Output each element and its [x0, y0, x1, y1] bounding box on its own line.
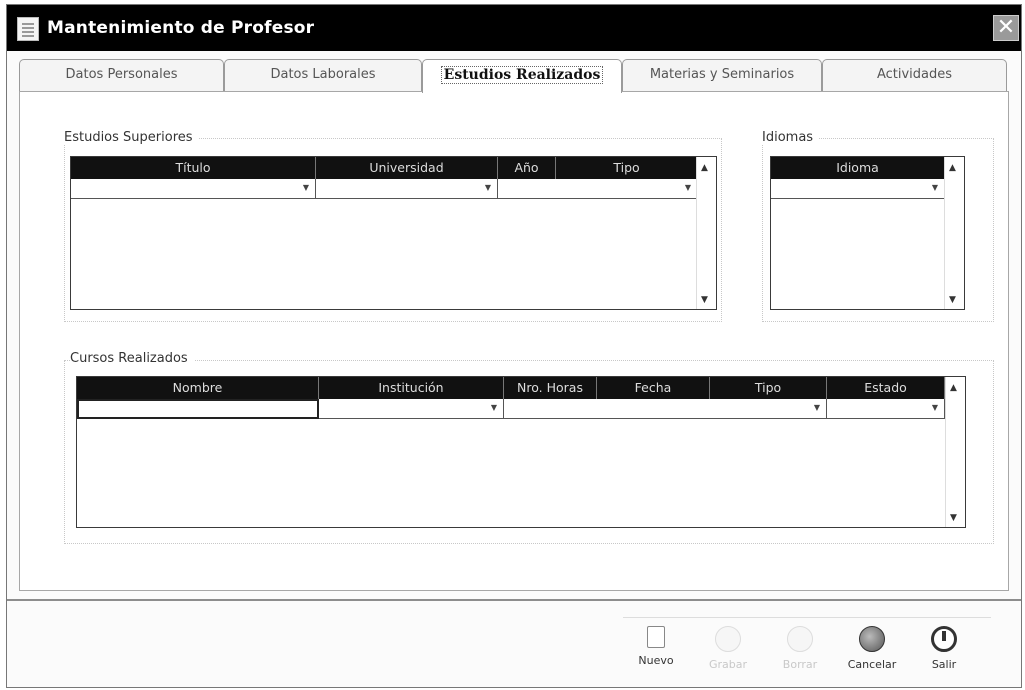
cancelar-label: Cancelar	[847, 658, 897, 671]
window: Mantenimiento de Profesor ✕ Datos Person…	[6, 4, 1022, 688]
grabar-button[interactable]: Grabar	[695, 624, 761, 682]
new-document-icon	[647, 626, 665, 648]
scroll-down-icon[interactable]: ▼	[950, 513, 957, 523]
scroll-up-icon[interactable]: ▲	[949, 163, 956, 173]
footer-divider	[7, 599, 1021, 601]
anio-tipo-combo[interactable]	[498, 179, 698, 199]
scroll-up-icon[interactable]: ▲	[950, 383, 957, 393]
grid-header: Nombre Institución Nro. Horas Fecha Tipo…	[77, 377, 945, 399]
tab-datos-laborales[interactable]: Datos Laborales	[224, 59, 422, 91]
idioma-combo[interactable]	[771, 179, 945, 199]
cursos-realizados-grid[interactable]: Nombre Institución Nro. Horas Fecha Tipo…	[76, 376, 966, 528]
cancel-icon	[859, 626, 885, 652]
table-row	[71, 179, 698, 199]
estado-combo[interactable]	[827, 399, 945, 419]
idiomas-grid[interactable]: Idioma ▲ ▼	[770, 156, 965, 310]
horas-fecha-tipo-combo[interactable]	[504, 399, 827, 419]
tab-datos-personales[interactable]: Datos Personales	[19, 59, 224, 91]
col-anio: Año	[498, 157, 556, 179]
borrar-button[interactable]: Borrar	[767, 624, 833, 682]
action-toolbar: Nuevo Grabar Borrar Cancelar Salir	[623, 617, 991, 683]
tab-estudios-realizados[interactable]: Estudios Realizados	[422, 59, 622, 93]
estudios-superiores-label: Estudios Superiores	[64, 130, 199, 145]
window-icon	[17, 17, 39, 41]
delete-icon	[787, 626, 813, 652]
table-row	[771, 179, 945, 199]
table-row	[77, 399, 945, 419]
col-institucion: Institución	[319, 377, 504, 399]
salir-label: Salir	[931, 658, 957, 671]
col-fecha: Fecha	[597, 377, 710, 399]
cancelar-button[interactable]: Cancelar	[839, 624, 905, 682]
col-titulo: Título	[71, 157, 316, 179]
window-title: Mantenimiento de Profesor	[47, 18, 315, 38]
titulo-combo[interactable]	[71, 179, 316, 199]
grid-header: Idioma	[771, 157, 945, 179]
estudios-superiores-grid[interactable]: Título Universidad Año Tipo ▲ ▼	[70, 156, 717, 310]
col-idioma: Idioma	[771, 157, 945, 179]
tab-strip: Datos Personales Datos Laborales Estudio…	[19, 59, 1009, 93]
idiomas-label: Idiomas	[762, 130, 820, 145]
close-button[interactable]: ✕	[993, 15, 1019, 41]
tab-actividades[interactable]: Actividades	[822, 59, 1007, 91]
universidad-combo[interactable]	[316, 179, 498, 199]
power-icon	[931, 626, 957, 652]
cursos-realizados-label: Cursos Realizados	[70, 351, 194, 366]
col-tipo: Tipo	[710, 377, 827, 399]
borrar-label: Borrar	[782, 658, 818, 671]
col-nombre: Nombre	[77, 377, 319, 399]
scroll-down-icon[interactable]: ▼	[949, 295, 956, 305]
scroll-down-icon[interactable]: ▼	[701, 295, 708, 305]
grabar-label: Grabar	[708, 658, 748, 671]
col-universidad: Universidad	[316, 157, 498, 179]
tab-panel: Estudios Superiores Título Universidad A…	[19, 91, 1009, 591]
vertical-scrollbar[interactable]: ▲ ▼	[945, 377, 965, 527]
title-bar: Mantenimiento de Profesor ✕	[7, 5, 1021, 51]
grid-header: Título Universidad Año Tipo	[71, 157, 698, 179]
vertical-scrollbar[interactable]: ▲ ▼	[944, 157, 964, 309]
nuevo-button[interactable]: Nuevo	[623, 624, 689, 682]
scroll-up-icon[interactable]: ▲	[701, 163, 708, 173]
col-estado: Estado	[827, 377, 945, 399]
tab-estudios-realizados-label: Estudios Realizados	[440, 66, 604, 84]
vertical-scrollbar[interactable]: ▲ ▼	[696, 157, 716, 309]
nuevo-label: Nuevo	[638, 654, 674, 667]
salir-button[interactable]: Salir	[911, 624, 977, 682]
col-tipo: Tipo	[556, 157, 698, 179]
institucion-combo[interactable]	[319, 399, 504, 419]
save-icon	[715, 626, 741, 652]
nombre-input[interactable]	[77, 399, 319, 419]
col-nro-horas: Nro. Horas	[504, 377, 597, 399]
tab-materias-seminarios[interactable]: Materias y Seminarios	[622, 59, 822, 91]
